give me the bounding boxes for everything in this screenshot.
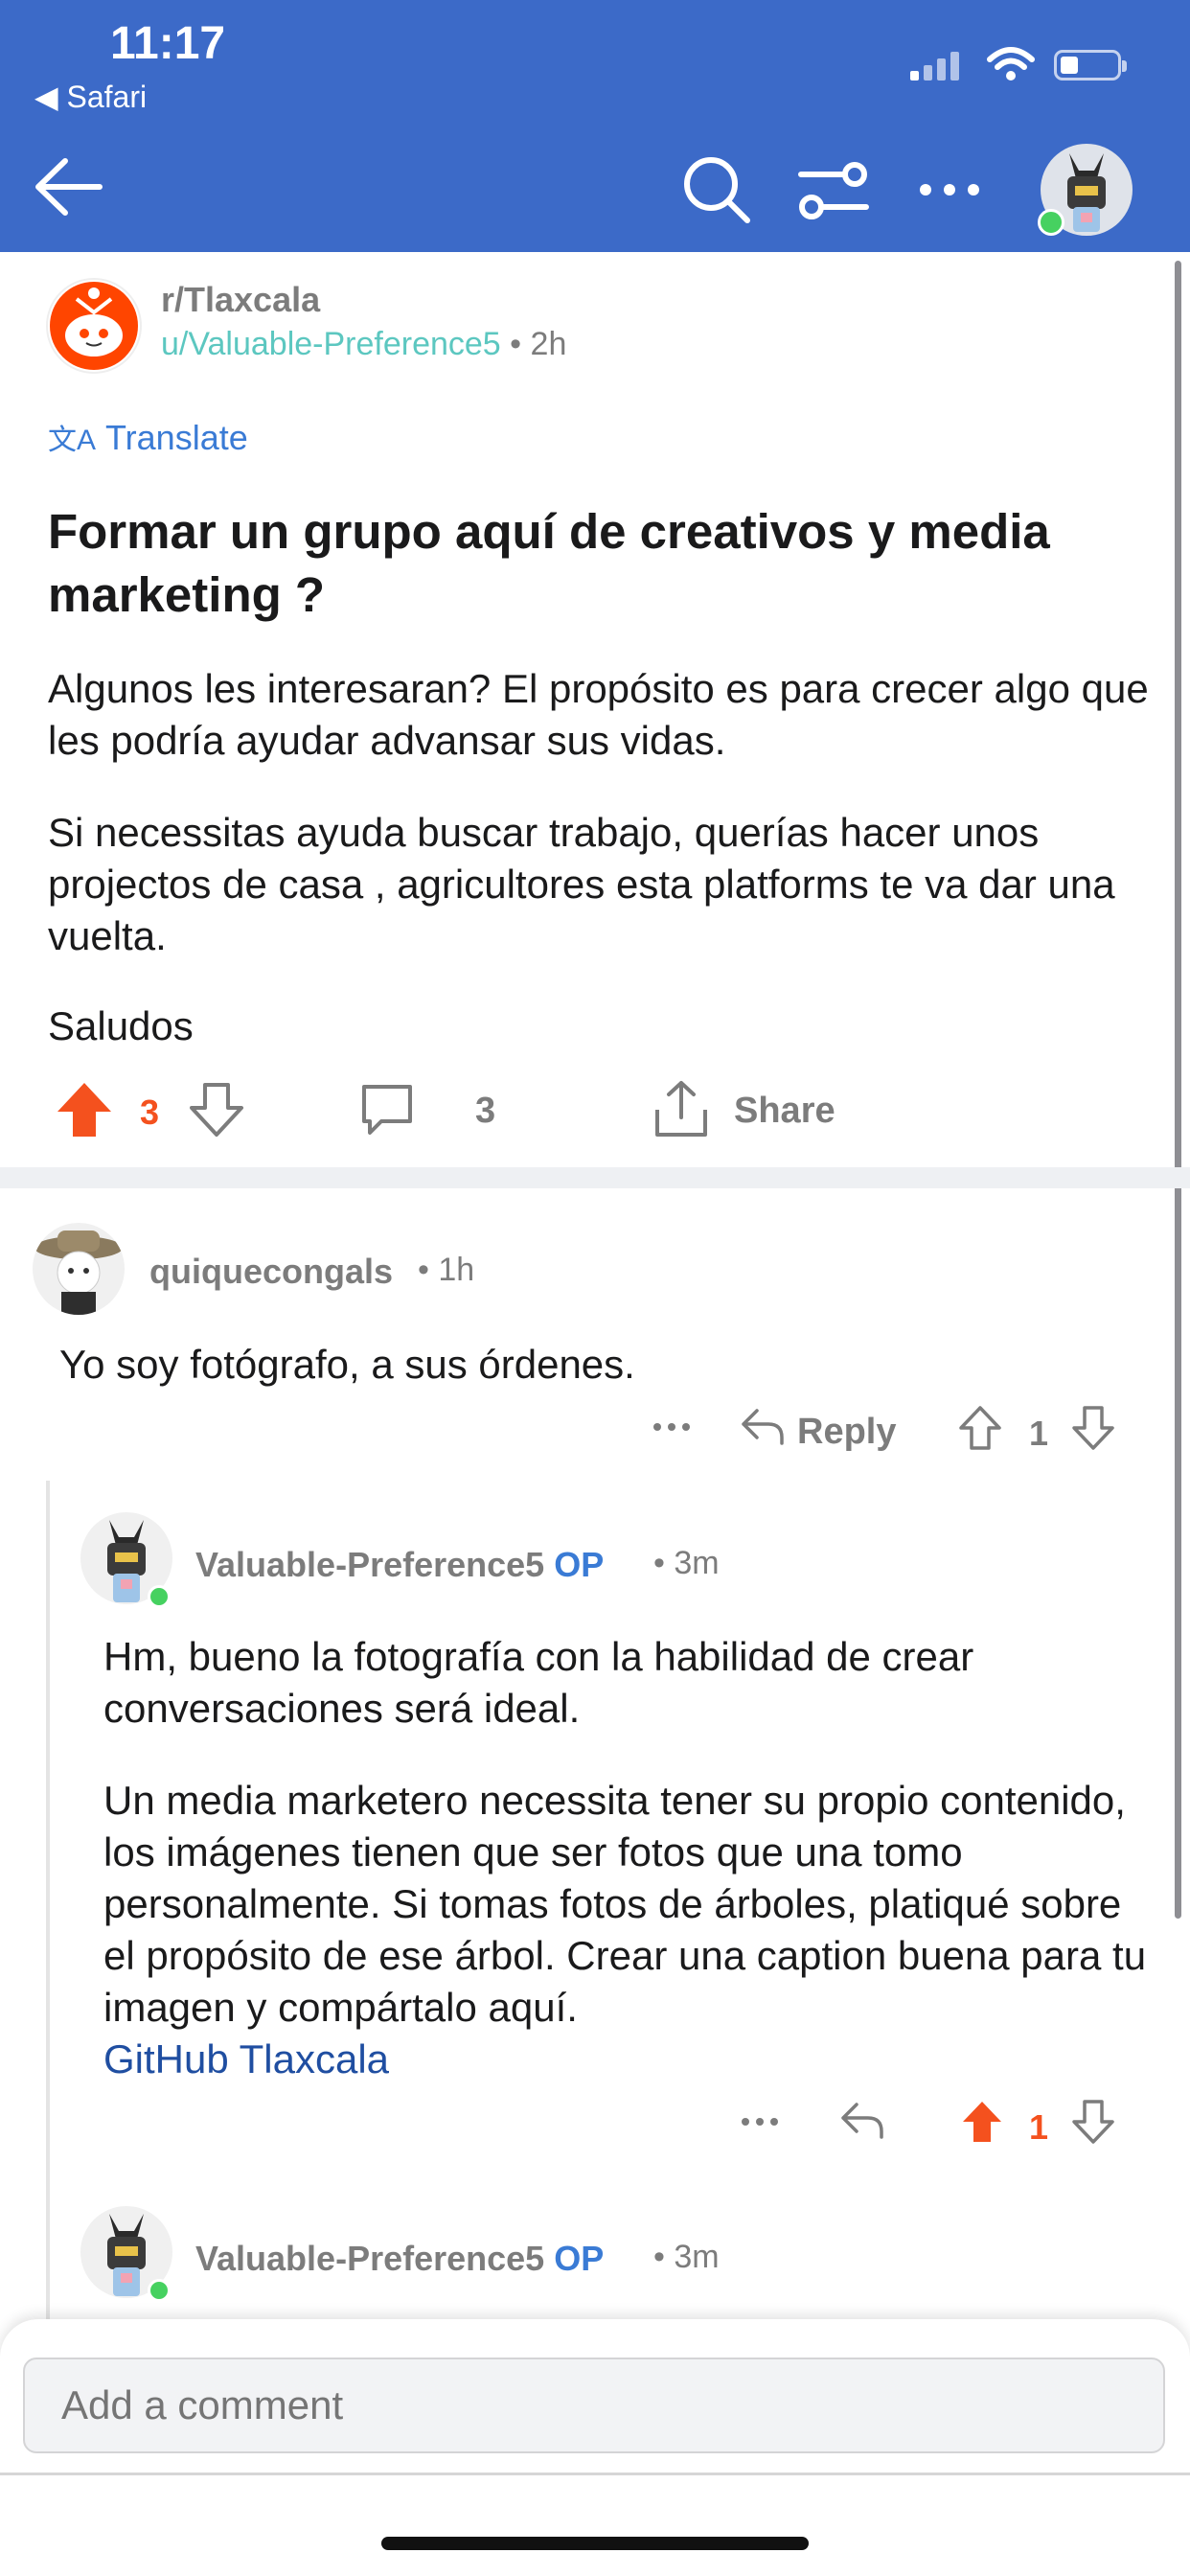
reply-button-label[interactable]: Reply [797, 1412, 896, 1453]
section-divider [0, 1167, 1190, 1188]
translate-label: Translate [105, 418, 248, 457]
github-tlaxcala-link[interactable]: GitHub Tlaxcala [103, 2034, 1148, 2085]
reply-age: • 3m [653, 1545, 720, 1581]
battery-icon [1054, 50, 1127, 80]
reply-author-name: Valuable-Preference5 [195, 1545, 545, 1584]
comment-upvote-icon[interactable] [958, 1405, 1002, 1451]
share-button-label[interactable]: Share [734, 1091, 835, 1132]
subreddit-avatar[interactable] [46, 278, 142, 374]
translate-button[interactable]: 文A Translate [48, 416, 248, 458]
subreddit-name[interactable]: r/Tlaxcala [161, 280, 320, 320]
reply-body-paragraph-2: Un media marketero necessita tener su pr… [103, 1775, 1148, 2085]
comment-author[interactable]: quiquecongals [149, 1252, 393, 1292]
composer-divider [0, 2472, 1190, 2475]
scrollbar[interactable] [1175, 261, 1181, 1919]
online-status-dot [148, 2279, 171, 2302]
wifi-icon [987, 47, 1035, 80]
post-age: 2h [530, 326, 567, 362]
reply-body-paragraph-1: Hm, bueno la fotografía con la habilidad… [103, 1634, 974, 1731]
reply-body-text: Un media marketero necessita tener su pr… [103, 1778, 1147, 2030]
comment-age-value: 1h [438, 1252, 475, 1288]
add-comment-input[interactable] [23, 2358, 1165, 2453]
post-title[interactable]: Formar un grupo aquí de creativos y medi… [48, 500, 1140, 627]
post-body-paragraph-3: Saludos [48, 1003, 194, 1048]
post-vote-count: 3 [140, 1092, 160, 1132]
reply-upvote-icon[interactable] [960, 2099, 1004, 2145]
home-indicator[interactable] [381, 2537, 809, 2550]
sort-icon[interactable] [797, 161, 870, 222]
back-to-safari[interactable]: ◀ Safari [34, 79, 147, 115]
reply-arrow-icon[interactable] [839, 2101, 885, 2141]
comment-bubble-icon[interactable] [358, 1081, 416, 1138]
translate-icon: 文A [48, 425, 97, 456]
online-status-dot [1038, 209, 1064, 236]
comment-downvote-icon[interactable] [1071, 1405, 1115, 1451]
snoo-icon [50, 282, 138, 370]
arrow-left-icon[interactable] [33, 153, 105, 220]
post-body-paragraph-2: Si necessitas ayuda buscar trabajo, quer… [48, 810, 1115, 958]
more-icon[interactable] [918, 180, 981, 199]
reply-downvote-icon[interactable] [1071, 2099, 1115, 2145]
comment-more-icon[interactable] [652, 1421, 692, 1433]
post-body-paragraph-1: Algunos les interesaran? El propósito es… [48, 666, 1149, 763]
share-icon[interactable] [652, 1079, 711, 1138]
post-byline: u/Valuable-Preference5 • 2h [161, 326, 566, 363]
downvote-arrow-icon[interactable] [188, 1081, 245, 1138]
comment-body: Yo soy fotógrafo, a sus órdenes. [59, 1342, 635, 1387]
op-badge: OP [554, 2239, 605, 2278]
reply-author[interactable]: Valuable-Preference5 OP [195, 2239, 604, 2279]
comment-vote-count: 1 [1029, 1414, 1049, 1453]
post-comment-count: 3 [475, 1091, 496, 1131]
comment-age: • 1h [418, 1252, 475, 1288]
app-header: 11:17 ◀ Safari [0, 0, 1190, 252]
commenter-avatar[interactable] [33, 1223, 125, 1315]
reply-age-value: 3m [674, 1545, 720, 1581]
reply-author-name: Valuable-Preference5 [195, 2239, 545, 2278]
upvote-arrow-icon[interactable] [56, 1081, 113, 1138]
reply-age-value: 3m [674, 2239, 720, 2275]
byline-separator: • [510, 326, 531, 362]
search-icon[interactable] [680, 153, 753, 226]
reply-author[interactable]: Valuable-Preference5 OP [195, 1545, 604, 1585]
post-author[interactable]: u/Valuable-Preference5 [161, 326, 501, 362]
reply-more-icon[interactable] [740, 2116, 780, 2128]
op-badge: OP [554, 1545, 605, 1584]
cellular-signal-icon [910, 50, 968, 80]
online-status-dot [148, 1585, 171, 1608]
reply-vote-count: 1 [1029, 2107, 1049, 2147]
avatar-cowboy-icon [34, 1230, 123, 1315]
reply-icon[interactable] [740, 1407, 786, 1447]
thread-line[interactable] [46, 1481, 50, 2324]
status-time: 11:17 [110, 18, 226, 69]
reply-age: • 3m [653, 2239, 720, 2275]
